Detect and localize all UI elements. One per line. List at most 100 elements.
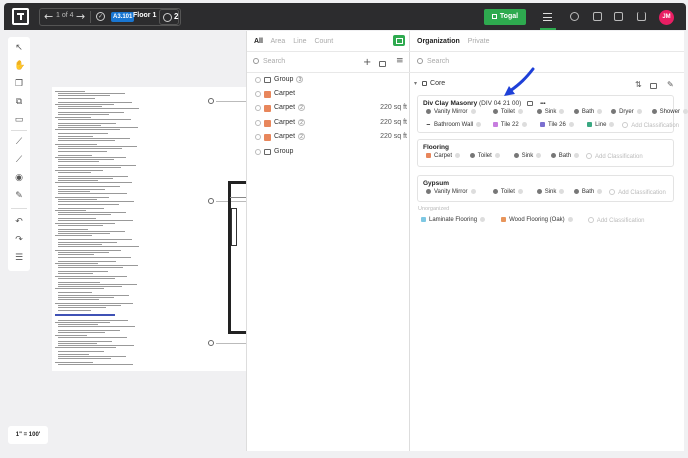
chip-menu-icon[interactable]	[476, 121, 482, 127]
redo-icon[interactable]: ↷	[14, 235, 24, 245]
classification-chip[interactable]: Bathroom Wall	[423, 121, 484, 130]
classification-chip[interactable]: Sink	[534, 108, 568, 117]
chip-menu-icon[interactable]	[636, 108, 642, 114]
checkbox[interactable]	[255, 77, 261, 83]
app-logo-icon[interactable]	[12, 8, 29, 25]
scale-indicator[interactable]: 1" = 100'	[8, 426, 48, 444]
classification-chip[interactable]: Shower	[649, 108, 688, 117]
classification-chip[interactable]: Toilet	[490, 188, 526, 197]
new-folder-icon[interactable]	[650, 81, 657, 90]
add-icon[interactable]: +	[363, 57, 371, 68]
chip-menu-icon[interactable]	[597, 188, 603, 194]
classification-group-card[interactable]: Div Clay Masonry (DIV 04 21 00) ••• Vanity…	[417, 95, 688, 133]
floor-plan-drawing[interactable]	[139, 87, 247, 371]
tab-private[interactable]: Private	[468, 38, 490, 45]
chip-menu-icon[interactable]	[521, 121, 527, 127]
area-tool-icon[interactable]: ▭	[14, 115, 24, 125]
search-field[interactable]: Search	[253, 58, 353, 65]
count-tool-icon[interactable]: ◉	[14, 173, 24, 183]
tab-all[interactable]: All	[254, 38, 263, 45]
classification-chip[interactable]: Dryer	[608, 108, 645, 117]
chip-menu-icon[interactable]	[517, 188, 523, 194]
checkbox[interactable]	[255, 134, 261, 140]
camera-icon[interactable]	[570, 12, 579, 21]
classification-chip[interactable]: Sink	[511, 152, 545, 161]
polyline-tool-icon[interactable]: ⟋	[14, 155, 24, 165]
list-item[interactable]: Carpet 2 220 sq ft	[255, 133, 407, 143]
tab-organization[interactable]: Organization	[417, 38, 460, 45]
list-item[interactable]: Group 3	[255, 76, 407, 86]
classification-chip[interactable]: Bath	[571, 108, 605, 117]
chip-menu-icon[interactable]	[517, 108, 523, 114]
duplicate-tool-icon[interactable]: ❐	[14, 79, 24, 89]
floor-label[interactable]: Floor 1	[133, 12, 156, 19]
list-view-icon[interactable]	[543, 13, 552, 21]
add-classification-button[interactable]: Add Classification	[622, 122, 679, 129]
classification-chip[interactable]: Carpet	[423, 152, 463, 161]
chip-menu-icon[interactable]	[470, 188, 476, 194]
classification-chip[interactable]: Tile 22	[490, 121, 530, 130]
classification-chip[interactable]: Vanity Mirror	[423, 188, 479, 197]
list-item[interactable]: Carpet	[255, 90, 407, 100]
chevron-down-icon[interactable]: ▾	[414, 81, 417, 87]
classification-chip[interactable]: Tile 26	[537, 121, 577, 130]
classification-group-card[interactable]: Gypsum Vanity Mirror Toilet Sink Bath Add Cla…	[417, 175, 674, 202]
chip-menu-icon[interactable]	[455, 152, 461, 158]
avatar[interactable]: JM	[659, 10, 674, 25]
chip-menu-icon[interactable]	[609, 121, 615, 127]
checkbox[interactable]	[255, 120, 261, 126]
list-item[interactable]: Group	[255, 148, 407, 158]
color-swatch[interactable]	[264, 134, 271, 141]
classification-chip[interactable]: Sink	[534, 188, 568, 197]
classification-chip[interactable]: Vanity Mirror	[423, 108, 479, 117]
export-icon[interactable]	[614, 12, 623, 21]
tab-count[interactable]: Count	[314, 38, 333, 45]
list-item[interactable]: Carpet 2 220 sq ft	[255, 119, 407, 129]
more-options-icon[interactable]: •••	[540, 101, 545, 107]
search-field[interactable]: Search	[417, 58, 517, 65]
copy-tool-icon[interactable]: ⧉	[14, 97, 24, 107]
classification-chip[interactable]: Toilet	[490, 108, 526, 117]
checkbox[interactable]	[255, 91, 261, 97]
chip-menu-icon[interactable]	[480, 216, 486, 222]
color-swatch[interactable]	[264, 91, 271, 98]
togal-button[interactable]: Togal	[484, 9, 526, 25]
prev-sheet-icon[interactable]: ←	[44, 10, 53, 23]
chip-menu-icon[interactable]	[559, 188, 565, 194]
chip-menu-icon[interactable]	[597, 108, 603, 114]
chip-menu-icon[interactable]	[682, 108, 688, 114]
pan-tool-icon[interactable]: ✋	[14, 61, 25, 71]
classification-chip[interactable]: Line	[584, 121, 617, 130]
new-folder-icon[interactable]	[379, 59, 386, 70]
settings-sliders-icon[interactable]: ☰	[14, 253, 24, 263]
classification-chip[interactable]: Laminate Flooring	[418, 216, 488, 225]
chip-menu-icon[interactable]	[536, 152, 542, 158]
chip-menu-icon[interactable]	[470, 108, 476, 114]
chip-menu-icon[interactable]	[494, 152, 500, 158]
chip-menu-icon[interactable]	[567, 216, 573, 222]
tab-area[interactable]: Area	[271, 38, 286, 45]
undo-icon[interactable]: ↶	[14, 217, 24, 227]
sheet-badge[interactable]: A3.101	[111, 12, 135, 22]
filter-icon[interactable]: ≡	[396, 56, 404, 66]
select-tool-icon[interactable]: ↖	[14, 43, 24, 53]
sort-icon[interactable]: ⇅	[635, 80, 642, 89]
color-swatch[interactable]	[264, 120, 271, 127]
next-sheet-icon[interactable]: →	[76, 10, 85, 23]
copy-icon[interactable]	[593, 12, 602, 21]
measure-tool-icon[interactable]: ✎	[14, 191, 24, 201]
add-classification-button[interactable]: Add Classification	[609, 189, 666, 196]
classification-chip[interactable]: Toilet	[467, 152, 503, 161]
add-classification-button[interactable]: Add Classification	[587, 217, 645, 224]
checkbox[interactable]	[255, 105, 261, 111]
add-classification-button[interactable]: Add Classification	[586, 153, 643, 160]
edit-icon[interactable]: ✎	[667, 80, 674, 89]
chip-menu-icon[interactable]	[568, 121, 574, 127]
tab-line[interactable]: Line	[293, 38, 306, 45]
color-swatch[interactable]	[264, 105, 271, 112]
core-library-row[interactable]: ▾ Core ⇅ ✎	[414, 80, 676, 90]
classification-group-card[interactable]: Flooring Carpet Toilet Sink Bath Add Classifi…	[417, 139, 674, 167]
line-tool-icon[interactable]: ⟋	[14, 137, 24, 147]
list-item[interactable]: Carpet 2 220 sq ft	[255, 104, 407, 114]
checkbox[interactable]	[255, 149, 261, 155]
